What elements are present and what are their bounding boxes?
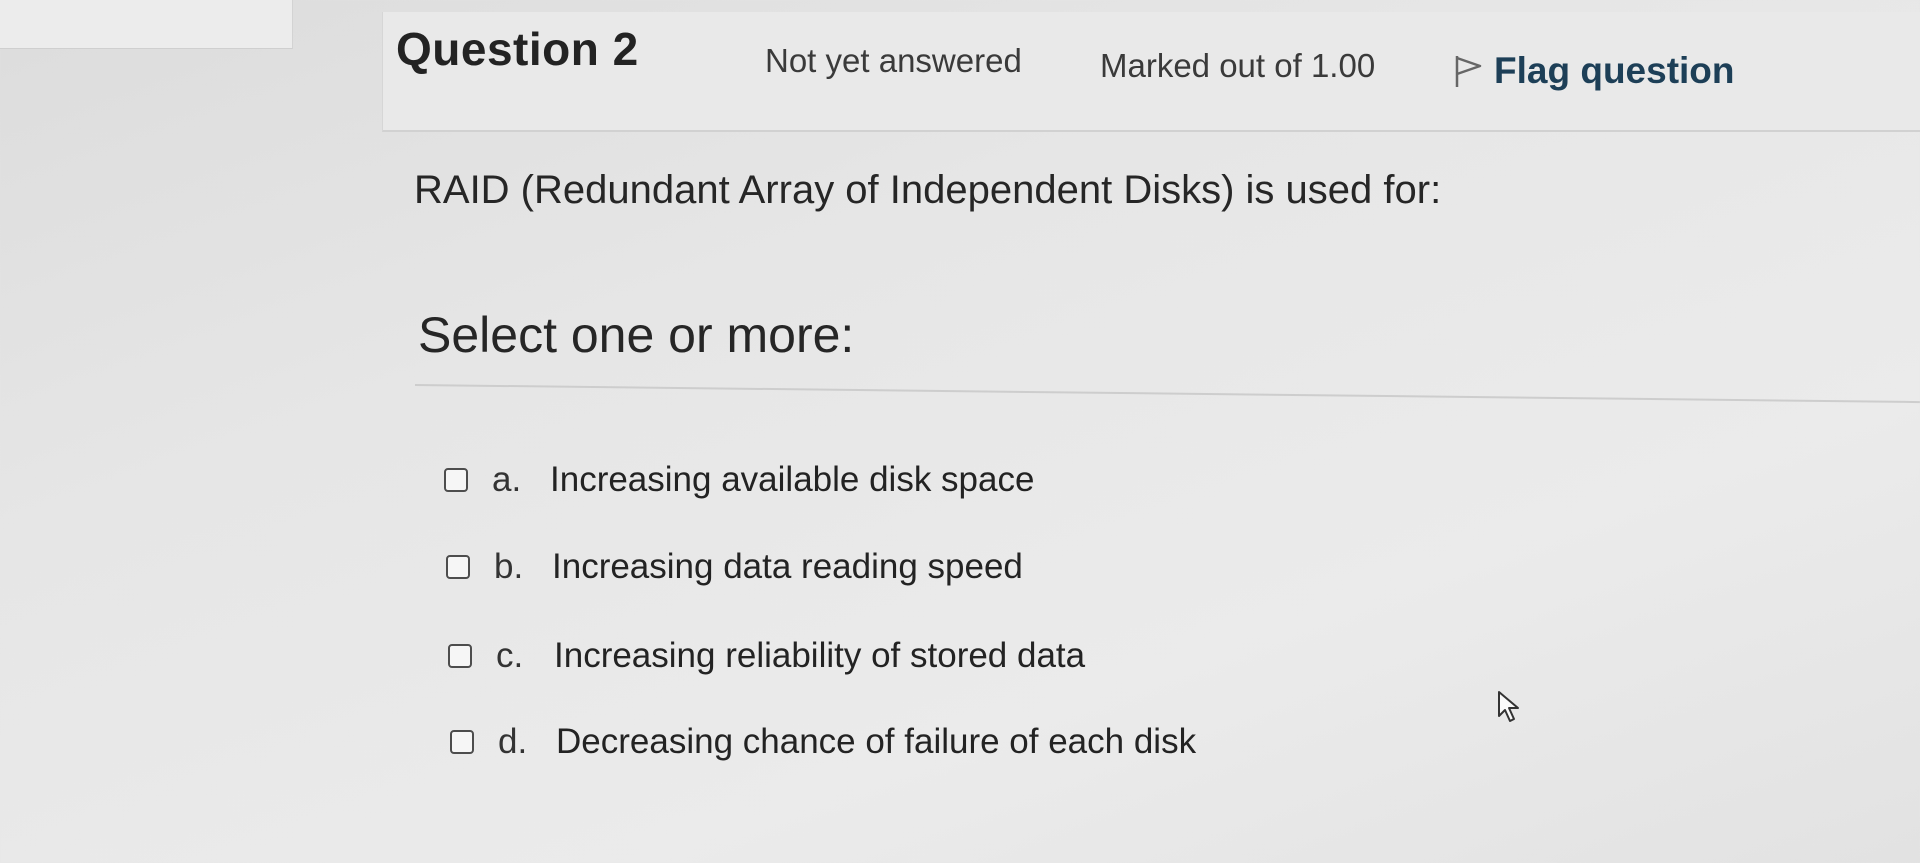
checkbox-b[interactable] xyxy=(446,555,470,579)
checkbox-c[interactable] xyxy=(448,644,472,668)
answer-option-a[interactable]: a. Increasing available disk space xyxy=(444,460,1034,500)
question-state: Not yet answered xyxy=(765,42,1022,79)
option-text-d: Decreasing chance of failure of each dis… xyxy=(556,722,1197,761)
flag-question-link[interactable]: Flag question xyxy=(1452,50,1735,92)
option-letter-a: a. xyxy=(492,460,522,499)
flag-question-label: Flag question xyxy=(1494,50,1735,91)
answer-prompt: Select one or more: xyxy=(418,307,855,363)
option-letter-d: d. xyxy=(498,722,528,761)
question-number: Question 2 xyxy=(396,23,639,75)
option-text-a: Increasing available disk space xyxy=(550,460,1035,499)
checkbox-a[interactable] xyxy=(444,468,468,492)
question-grade: Marked out of 1.00 xyxy=(1100,47,1376,84)
option-text-b: Increasing data reading speed xyxy=(552,547,1023,586)
question-text: RAID (Redundant Array of Independent Dis… xyxy=(414,168,1442,212)
checkbox-d[interactable] xyxy=(450,730,474,754)
flag-icon xyxy=(1452,53,1486,89)
option-letter-b: b. xyxy=(494,547,524,586)
mouse-pointer-icon xyxy=(1496,690,1524,729)
option-letter-c: c. xyxy=(496,636,524,675)
prompt-divider xyxy=(414,384,1920,404)
option-text-c: Increasing reliability of stored data xyxy=(554,636,1086,675)
previous-panel-edge xyxy=(0,0,293,49)
answer-option-b[interactable]: b. Increasing data reading speed xyxy=(446,547,1023,587)
answer-option-d[interactable]: d. Decreasing chance of failure of each … xyxy=(450,722,1196,762)
answer-option-c[interactable]: c. Increasing reliability of stored data xyxy=(448,636,1085,676)
